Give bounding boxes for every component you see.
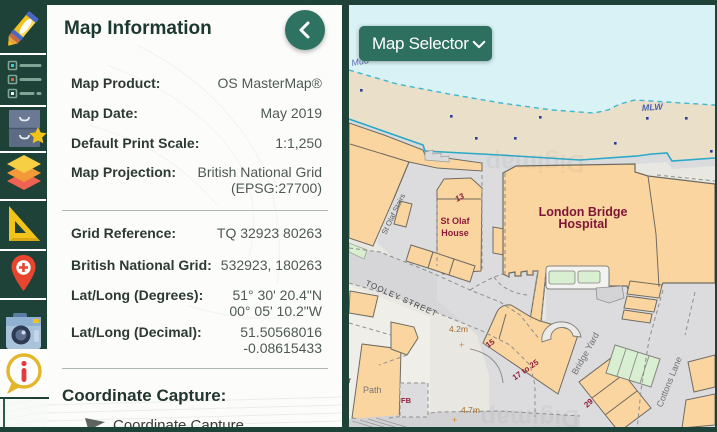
svg-text:+: +	[459, 340, 464, 350]
svg-text:St Olaf: St Olaf	[440, 216, 470, 226]
svg-text:Digimap: Digimap	[481, 404, 580, 427]
svg-text:Path: Path	[363, 385, 382, 395]
svg-text:House: House	[441, 228, 469, 238]
svg-text:Digimap: Digimap	[486, 149, 585, 177]
svg-text:4.2m: 4.2m	[449, 324, 468, 334]
svg-text:4.7m: 4.7m	[461, 405, 480, 415]
svg-text:r: r	[349, 376, 351, 385]
svg-text:MLW: MLW	[641, 101, 664, 113]
svg-text:Hospital: Hospital	[558, 217, 607, 231]
svg-text:+: +	[452, 415, 457, 425]
svg-text:FB: FB	[401, 396, 412, 405]
